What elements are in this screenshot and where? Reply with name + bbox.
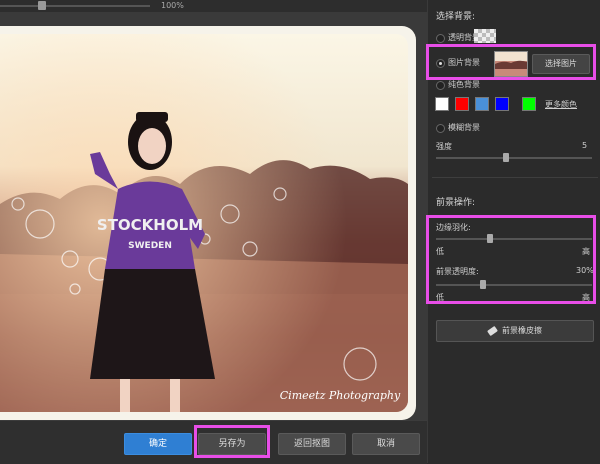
foreground-eraser-button[interactable]: 前景橡皮擦 (436, 320, 594, 342)
radio-transparent[interactable] (436, 34, 445, 43)
settings-panel: 选择背景: 透明背景 图片背景 选择图片 纯色背景 更多颜色 模糊背景 强度 5… (427, 0, 600, 463)
swatch-white[interactable] (435, 97, 449, 111)
background-section-title: 选择背景: (436, 12, 476, 22)
opacity-slider-thumb[interactable] (480, 280, 486, 289)
feather-slider-track[interactable] (436, 238, 592, 240)
zoom-slider-track[interactable] (0, 5, 150, 7)
photo-frame: STOCKHOLM SWEDEN Cimeetz Photography (0, 26, 416, 420)
foreground-section-title: 前景操作: (436, 198, 476, 208)
preview-canvas: STOCKHOLM SWEDEN Cimeetz Photography (0, 12, 427, 420)
zoom-slider-thumb[interactable] (38, 1, 46, 10)
swatch-blue[interactable] (495, 97, 509, 111)
radio-solid[interactable] (436, 81, 445, 90)
shirt-text-top: STOCKHOLM (97, 216, 203, 234)
feather-label: 边缘羽化: (436, 223, 471, 232)
zoom-bar: 100% (0, 0, 427, 12)
feather-max-label: 高 (582, 247, 590, 256)
opacity-label: 前景透明度: (436, 267, 479, 276)
strength-slider-thumb[interactable] (503, 153, 509, 162)
option-label: 纯色背景 (448, 80, 480, 89)
choose-image-button[interactable]: 选择图片 (532, 54, 590, 74)
more-colors-link[interactable]: 更多颜色 (545, 99, 577, 110)
swatch-green[interactable] (522, 97, 536, 111)
swatch-light-blue[interactable] (475, 97, 489, 111)
cancel-button[interactable]: 取消 (352, 433, 420, 455)
opacity-max-label: 高 (582, 293, 590, 302)
ok-button[interactable]: 确定 (124, 433, 192, 455)
shirt-text-bottom: SWEDEN (128, 241, 172, 251)
strength-label: 强度 (436, 142, 452, 151)
photo-image: STOCKHOLM SWEDEN Cimeetz Photography (0, 34, 408, 412)
background-image-thumbnail (494, 51, 528, 77)
action-bar: 确定 另存为 返回抠图 取消 (0, 420, 427, 464)
section-divider (432, 177, 598, 178)
radio-image[interactable] (436, 59, 445, 68)
transparent-preview (474, 29, 496, 43)
strength-value: 5 (582, 141, 588, 150)
feather-slider-thumb[interactable] (487, 234, 493, 243)
photo-watermark: Cimeetz Photography (280, 389, 401, 402)
opacity-value: 30% (576, 266, 594, 275)
option-label: 图片背景 (448, 58, 480, 67)
opacity-slider-track[interactable] (436, 284, 592, 286)
strength-slider-track[interactable] (436, 157, 592, 159)
composite-photo: STOCKHOLM SWEDEN Cimeetz Photography (0, 34, 408, 412)
radio-blur[interactable] (436, 124, 445, 133)
zoom-value: 100% (161, 1, 184, 10)
eraser-label: 前景橡皮擦 (502, 326, 542, 335)
option-label: 模糊背景 (448, 123, 480, 132)
save-as-button[interactable]: 另存为 (198, 433, 266, 455)
back-to-cutout-button[interactable]: 返回抠图 (278, 433, 346, 455)
swatch-red[interactable] (455, 97, 469, 111)
eraser-icon (487, 325, 498, 336)
feather-min-label: 低 (436, 247, 444, 256)
opacity-min-label: 低 (436, 293, 444, 302)
